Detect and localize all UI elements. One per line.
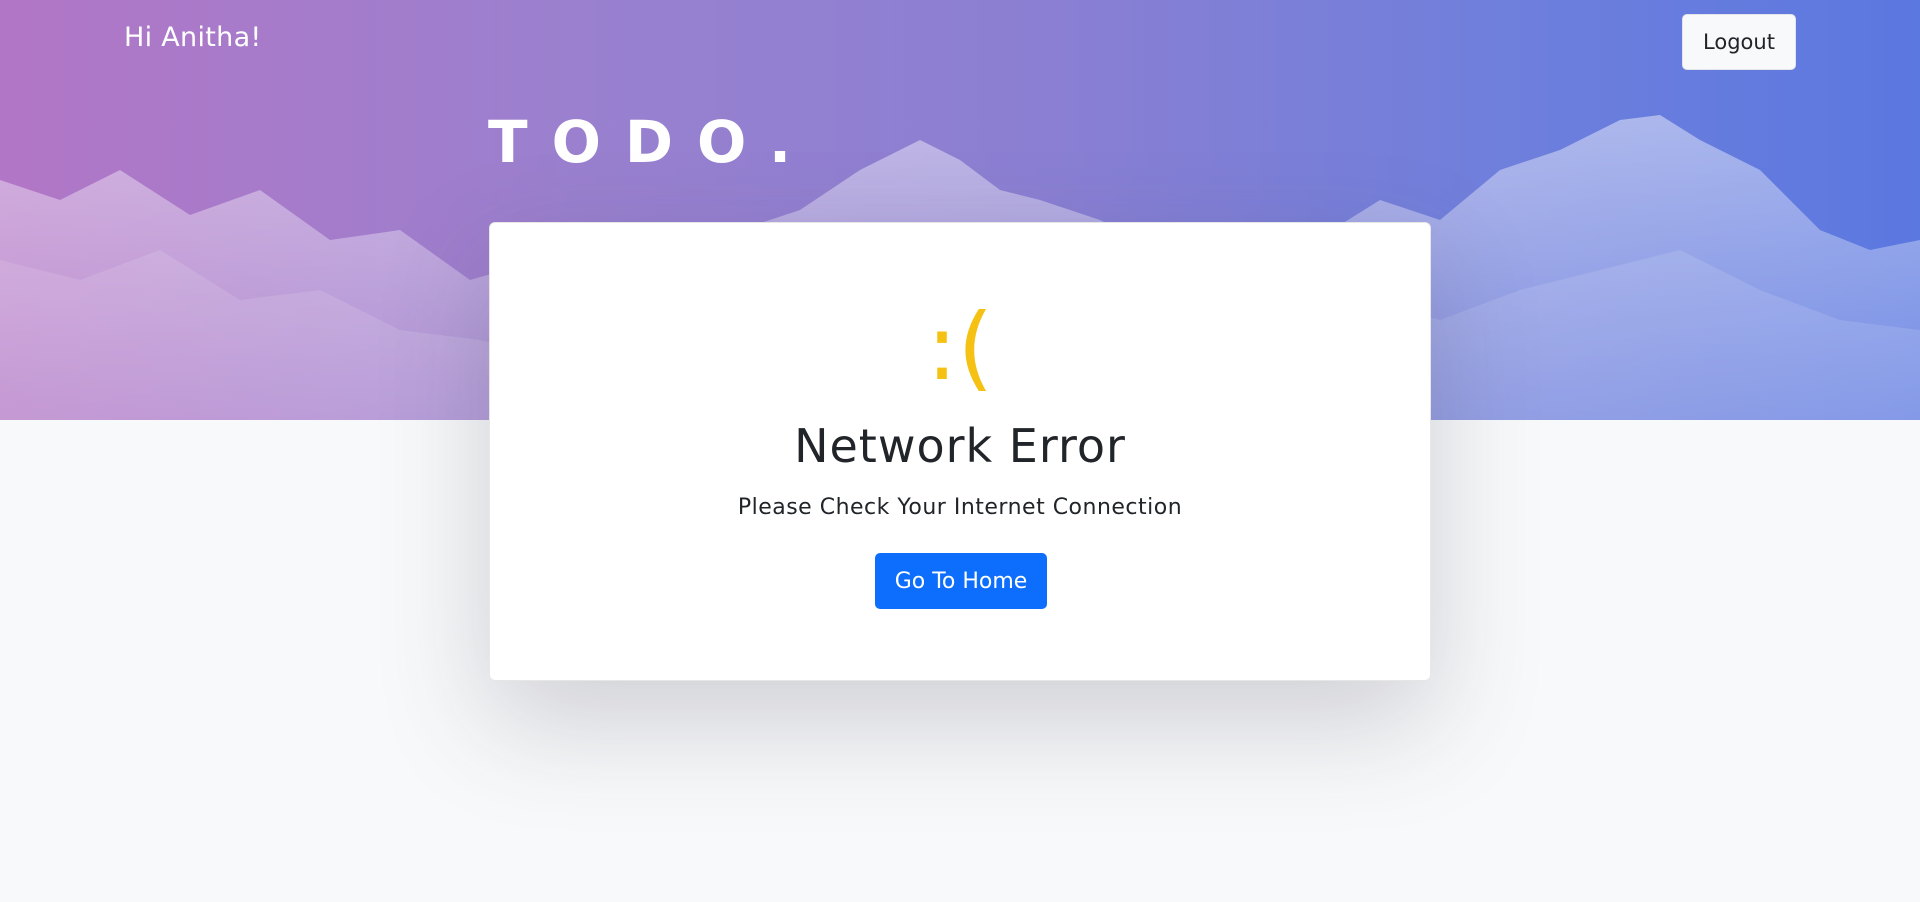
sad-face-icon: :( bbox=[926, 294, 994, 401]
error-title: Network Error bbox=[794, 419, 1126, 473]
logout-button[interactable]: Logout bbox=[1682, 14, 1796, 70]
error-message: Please Check Your Internet Connection bbox=[737, 495, 1183, 520]
error-card: :( Network Error Please Check Your Inter… bbox=[489, 222, 1431, 681]
go-to-home-button[interactable]: Go To Home bbox=[875, 553, 1047, 609]
app-logo: TODO. bbox=[488, 108, 816, 176]
user-greeting: Hi Anitha! bbox=[124, 22, 262, 53]
